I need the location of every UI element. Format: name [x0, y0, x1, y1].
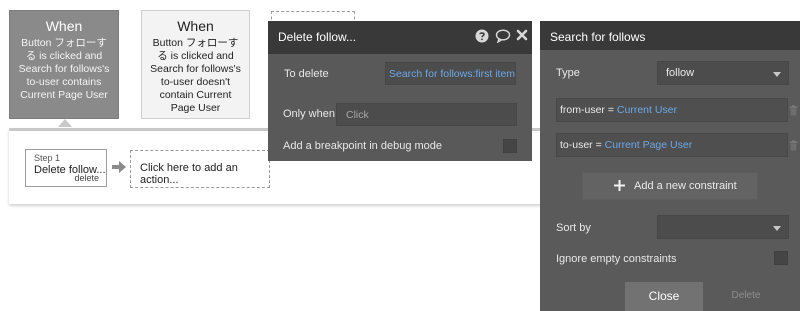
help-icon[interactable] [475, 29, 489, 43]
constraint-value[interactable]: Current Page User [605, 139, 693, 151]
event-card-followed[interactable]: When Button フォローする is clicked and Search… [9, 10, 119, 119]
delete-panel-title: Delete follow... [268, 21, 532, 54]
arrow-right-icon [112, 161, 126, 173]
breakpoint-label: Add a breakpoint in debug mode [283, 140, 443, 152]
step-delete-link[interactable]: delete [74, 173, 99, 183]
only-when-field[interactable]: Click [336, 103, 517, 126]
constraint-value[interactable]: Current User [617, 104, 677, 116]
event-description: Button フォローする is clicked and Search for … [150, 37, 241, 114]
sort-by-select[interactable] [657, 215, 789, 239]
ignore-empty-label: Ignore empty constraints [556, 253, 677, 265]
type-label: Type [556, 67, 580, 79]
constraint-key: to-user = [560, 139, 602, 151]
trash-icon[interactable] [789, 105, 798, 116]
event-description: Button フォローする is clicked and Search for … [18, 37, 110, 101]
step-number: Step 1 [34, 153, 61, 163]
chevron-down-icon [773, 72, 781, 77]
step-1-card[interactable]: Step 1 Delete follow... delete [25, 149, 107, 187]
type-select[interactable]: follow [657, 61, 789, 85]
to-delete-field[interactable]: Search for follows:first item [385, 62, 516, 85]
close-icon[interactable] [516, 29, 528, 41]
event-title: When [45, 18, 83, 34]
selected-event-pointer [58, 119, 72, 127]
comment-icon[interactable] [495, 29, 511, 43]
breakpoint-checkbox[interactable] [503, 139, 517, 153]
search-panel-title: Search for follows [540, 21, 800, 50]
plus-icon [614, 180, 625, 191]
only-when-label: Only when [283, 108, 335, 120]
add-action-button[interactable]: Click here to add an action... [130, 150, 270, 188]
chevron-down-icon [773, 226, 781, 231]
delete-button[interactable]: Delete [716, 282, 776, 311]
add-constraint-button[interactable]: Add a new constraint [582, 172, 758, 200]
event-card-not-followed[interactable]: When Button フォローする is clicked and Search… [141, 10, 250, 119]
sort-by-label: Sort by [556, 222, 591, 234]
constraint-row[interactable]: from-user = Current User [556, 98, 788, 122]
close-button[interactable]: Close [625, 282, 703, 311]
constraint-key: from-user = [560, 104, 614, 116]
ignore-empty-checkbox[interactable] [774, 251, 788, 265]
constraint-row[interactable]: to-user = Current Page User [556, 133, 788, 157]
event-title: When [177, 18, 214, 34]
trash-icon[interactable] [789, 140, 798, 151]
to-delete-label: To delete [284, 68, 329, 80]
